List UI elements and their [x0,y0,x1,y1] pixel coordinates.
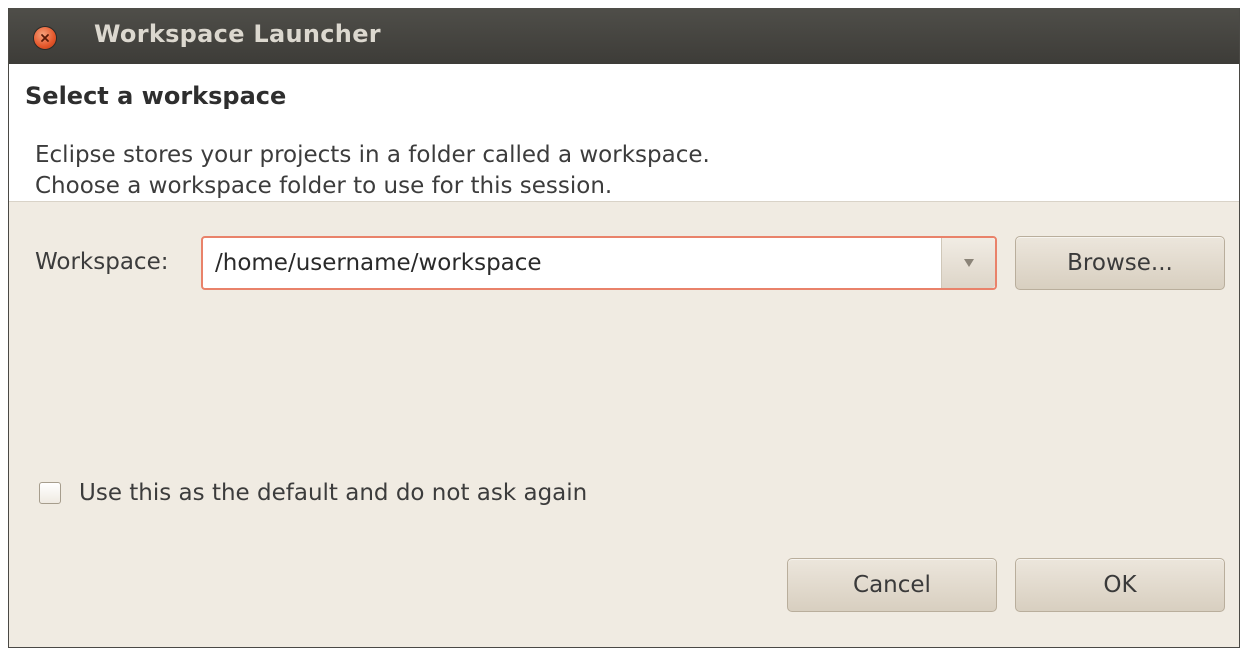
titlebar: Workspace Launcher [9,8,1239,64]
default-checkbox-row[interactable]: Use this as the default and do not ask a… [39,480,587,506]
workspace-combobox[interactable] [201,236,997,290]
workspace-launcher-dialog: Workspace Launcher Select a workspace Ec… [8,8,1240,648]
header-description: Eclipse stores your projects in a folder… [35,140,710,202]
default-checkbox[interactable] [39,482,61,504]
description-line-2: Choose a workspace folder to use for thi… [35,173,613,199]
browse-button[interactable]: Browse... [1015,236,1225,290]
close-button[interactable] [34,27,56,49]
chevron-down-icon [963,259,974,267]
workspace-label: Workspace: [35,249,169,275]
default-checkbox-label[interactable]: Use this as the default and do not ask a… [79,480,587,506]
workspace-dropdown-button[interactable] [941,238,995,288]
close-icon [41,34,49,42]
description-line-1: Eclipse stores your projects in a folder… [35,142,710,168]
ok-button[interactable]: OK [1015,558,1225,612]
workspace-input[interactable] [203,238,941,288]
cancel-button[interactable]: Cancel [787,558,997,612]
header-title: Select a workspace [25,82,287,110]
window-title: Workspace Launcher [94,20,381,48]
header-area: Select a workspace Eclipse stores your p… [9,64,1239,202]
